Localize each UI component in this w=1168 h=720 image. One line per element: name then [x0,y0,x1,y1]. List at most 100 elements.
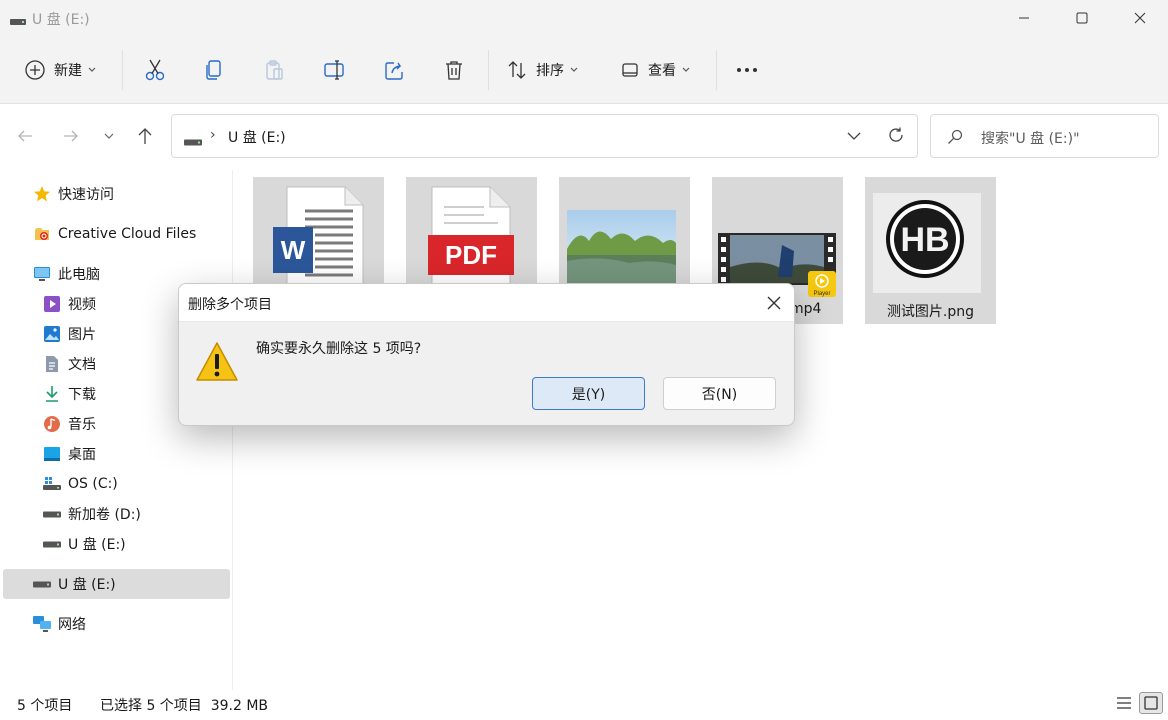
sidebar-item-creative-cloud[interactable]: Creative Cloud Files [32,219,196,249]
copy-button[interactable] [204,54,224,86]
toolbar-divider [488,50,489,90]
share-icon [385,62,403,80]
yes-button[interactable]: 是(Y) [532,377,645,410]
sidebar-item-label: 音乐 [68,417,96,433]
svg-text:Player: Player [813,291,830,297]
sidebar-item-documents[interactable]: 文档 [42,349,96,379]
sidebar-item-drive-e-root[interactable]: U 盘 (E:) [3,569,230,599]
minimize-button[interactable] [1001,0,1047,36]
search-box[interactable]: 搜索"U 盘 (E:)" [930,114,1159,158]
sidebar-item-downloads[interactable]: 下载 [42,379,96,409]
new-label: 新建 [54,63,82,79]
drive-icon [184,134,202,150]
breadcrumb-current[interactable]: U 盘 (E:) [228,127,286,147]
tiles-view-button[interactable] [1139,692,1163,714]
view-button[interactable]: 查看 [620,54,690,86]
sidebar-item-label: 桌面 [68,447,96,463]
more-icon [737,68,757,72]
share-button[interactable] [384,54,406,86]
dialog-title: 删除多个项目 [188,297,272,313]
sort-button[interactable]: 排序 [506,54,578,86]
command-bar: 新建 排序 查看 [0,36,1168,104]
plus-circle-icon [25,60,45,80]
close-button[interactable] [1117,0,1163,36]
chevron-down-icon [104,133,114,139]
close-icon [1134,12,1146,24]
cut-button[interactable] [144,54,166,86]
sidebar-item-label: 下载 [68,387,96,403]
rename-icon [324,60,344,80]
address-history-button[interactable] [847,129,861,145]
sidebar-item-label: U 盘 (E:) [58,577,116,593]
windows-drive-icon [42,474,62,494]
video-thumbnail-icon: Player [718,233,836,297]
toolbar-divider [716,50,717,90]
recent-locations-button[interactable] [97,124,121,148]
video-folder-icon [42,294,62,314]
window-title: U 盘 (E:) [32,12,90,28]
address-bar[interactable]: › U 盘 (E:) [171,114,918,158]
sidebar-item-drive-c[interactable]: OS (C:) [42,469,118,499]
svg-text:HB: HB [900,221,949,259]
sidebar-item-drive-d[interactable]: 新加卷 (D:) [42,499,141,529]
word-document-icon: W [273,186,364,290]
forward-button[interactable] [59,124,83,148]
network-icon [32,614,52,634]
sidebar-item-music[interactable]: 音乐 [42,409,96,439]
new-button[interactable]: 新建 [24,54,96,86]
file-tile-hb-image[interactable]: HB 测试图片.png [865,177,996,324]
maximize-button[interactable] [1059,0,1105,36]
rename-button[interactable] [324,54,346,86]
maximize-icon [1076,12,1088,24]
navigation-pane: 快速访问 Creative Cloud Files 此电脑 视频 图片 文档 下… [0,170,233,690]
sidebar-item-desktop[interactable]: 桌面 [42,439,96,469]
delete-icon [446,61,462,80]
hb-logo-thumbnail: HB [873,193,981,293]
sidebar-item-network[interactable]: 网络 [32,609,86,639]
documents-folder-icon [42,354,62,374]
status-selection-info: 已选择 5 个项目 39.2 MB [100,698,269,714]
chevron-down-icon [88,67,96,72]
svg-text:W: W [281,235,306,265]
drive-icon [42,534,62,554]
sidebar-item-pictures[interactable]: 图片 [42,319,96,349]
search-icon [947,129,963,149]
no-button[interactable]: 否(N) [663,377,776,410]
sidebar-item-this-pc[interactable]: 此电脑 [32,259,100,289]
back-button[interactable] [13,124,37,148]
sidebar-item-label: 快速访问 [58,187,114,203]
sidebar-item-quick-access[interactable]: 快速访问 [32,179,114,209]
toolbar-divider [122,50,123,90]
svg-text:PDF: PDF [445,240,497,270]
up-button[interactable] [133,124,157,148]
details-view-icon [1117,697,1131,709]
close-icon [767,296,781,310]
paste-button[interactable] [264,54,284,86]
refresh-button[interactable] [887,126,905,148]
sidebar-item-videos[interactable]: 视频 [42,289,96,319]
arrow-left-icon [18,130,32,142]
sidebar-item-label: 网络 [58,617,86,633]
delete-button[interactable] [444,54,464,86]
sidebar-item-label: OS (C:) [68,476,118,492]
drive-icon [42,504,62,524]
details-view-button[interactable] [1116,695,1132,715]
creative-cloud-icon [32,224,52,244]
sidebar-item-label: 图片 [68,327,96,343]
sidebar-item-label: 文档 [68,357,96,373]
sort-icon [508,61,526,79]
breadcrumb-separator[interactable]: › [210,127,216,143]
delete-confirmation-dialog: 删除多个项目 确实要永久删除这 5 项吗? 是(Y) 否(N) [178,283,795,426]
sidebar-item-label: U 盘 (E:) [68,537,126,553]
chevron-down-icon [682,67,690,72]
paste-icon [266,60,283,80]
more-button[interactable] [736,54,758,86]
desktop-icon [42,444,62,464]
drive-icon [10,14,26,30]
computer-icon [32,264,52,284]
refresh-icon [889,127,903,142]
sidebar-item-drive-e[interactable]: U 盘 (E:) [42,529,126,559]
sidebar-item-label: 视频 [68,297,96,313]
dialog-close-button[interactable] [764,293,784,313]
chevron-down-icon [847,132,861,140]
